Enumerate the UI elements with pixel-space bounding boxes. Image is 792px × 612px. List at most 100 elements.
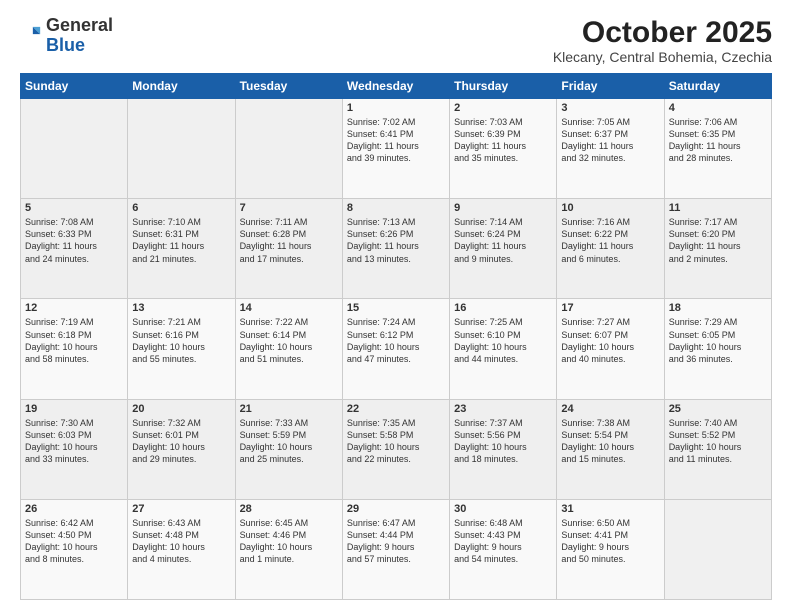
day-info: Sunrise: 7:17 AM Sunset: 6:20 PM Dayligh… <box>669 216 767 265</box>
calendar-header-friday: Friday <box>557 74 664 99</box>
day-info: Sunrise: 7:19 AM Sunset: 6:18 PM Dayligh… <box>25 316 123 365</box>
day-info: Sunrise: 7:14 AM Sunset: 6:24 PM Dayligh… <box>454 216 552 265</box>
location: Klecany, Central Bohemia, Czechia <box>553 49 772 65</box>
calendar-header-wednesday: Wednesday <box>342 74 449 99</box>
day-info: Sunrise: 7:22 AM Sunset: 6:14 PM Dayligh… <box>240 316 338 365</box>
day-info: Sunrise: 7:16 AM Sunset: 6:22 PM Dayligh… <box>561 216 659 265</box>
calendar-cell: 5 Sunrise: 7:08 AM Sunset: 6:33 PM Daylig… <box>21 199 128 299</box>
day-info: Sunrise: 7:08 AM Sunset: 6:33 PM Dayligh… <box>25 216 123 265</box>
calendar-header-sunday: Sunday <box>21 74 128 99</box>
calendar-cell: 29Sunrise: 6:47 AM Sunset: 4:44 PM Dayli… <box>342 499 449 599</box>
day-info: Sunrise: 7:32 AM Sunset: 6:01 PM Dayligh… <box>132 417 230 466</box>
calendar-cell: 9 Sunrise: 7:14 AM Sunset: 6:24 PM Daylig… <box>450 199 557 299</box>
day-number: 28 <box>240 503 338 515</box>
day-info: Sunrise: 7:25 AM Sunset: 6:10 PM Dayligh… <box>454 316 552 365</box>
calendar-cell: 17Sunrise: 7:27 AM Sunset: 6:07 PM Dayli… <box>557 299 664 399</box>
day-info: Sunrise: 7:40 AM Sunset: 5:52 PM Dayligh… <box>669 417 767 466</box>
day-number: 6 <box>132 202 230 214</box>
day-number: 29 <box>347 503 445 515</box>
day-info: Sunrise: 7:02 AM Sunset: 6:41 PM Dayligh… <box>347 116 445 165</box>
calendar-cell: 27 Sunrise: 6:43 AM Sunset: 4:48 PM Dayli… <box>128 499 235 599</box>
day-number: 31 <box>561 503 659 515</box>
calendar-header-tuesday: Tuesday <box>235 74 342 99</box>
day-info: Sunrise: 7:13 AM Sunset: 6:26 PM Dayligh… <box>347 216 445 265</box>
calendar-week-5: 26Sunrise: 6:42 AM Sunset: 4:50 PM Dayli… <box>21 499 772 599</box>
calendar-cell: 31 Sunrise: 6:50 AM Sunset: 4:41 PM Dayli… <box>557 499 664 599</box>
calendar-cell <box>235 99 342 199</box>
calendar-cell: 3Sunrise: 7:05 AM Sunset: 6:37 PM Daylig… <box>557 99 664 199</box>
month-title: October 2025 <box>553 16 772 49</box>
day-number: 8 <box>347 202 445 214</box>
page: General Blue October 2025 Klecany, Centr… <box>0 0 792 612</box>
day-number: 11 <box>669 202 767 214</box>
calendar-cell: 19 Sunrise: 7:30 AM Sunset: 6:03 PM Dayli… <box>21 399 128 499</box>
day-number: 9 <box>454 202 552 214</box>
day-info: Sunrise: 6:50 AM Sunset: 4:41 PM Dayligh… <box>561 517 659 566</box>
calendar-cell: 26Sunrise: 6:42 AM Sunset: 4:50 PM Dayli… <box>21 499 128 599</box>
day-info: Sunrise: 7:37 AM Sunset: 5:56 PM Dayligh… <box>454 417 552 466</box>
calendar-cell: 25 Sunrise: 7:40 AM Sunset: 5:52 PM Dayli… <box>664 399 771 499</box>
day-info: Sunrise: 7:11 AM Sunset: 6:28 PM Dayligh… <box>240 216 338 265</box>
day-number: 25 <box>669 403 767 415</box>
day-number: 20 <box>132 403 230 415</box>
day-number: 10 <box>561 202 659 214</box>
day-info: Sunrise: 6:42 AM Sunset: 4:50 PM Dayligh… <box>25 517 123 566</box>
calendar-week-2: 5 Sunrise: 7:08 AM Sunset: 6:33 PM Daylig… <box>21 199 772 299</box>
calendar-cell: 6Sunrise: 7:10 AM Sunset: 6:31 PM Daylig… <box>128 199 235 299</box>
day-number: 3 <box>561 102 659 114</box>
calendar-cell: 8 Sunrise: 7:13 AM Sunset: 6:26 PM Daylig… <box>342 199 449 299</box>
day-info: Sunrise: 6:48 AM Sunset: 4:43 PM Dayligh… <box>454 517 552 566</box>
day-info: Sunrise: 6:43 AM Sunset: 4:48 PM Dayligh… <box>132 517 230 566</box>
day-info: Sunrise: 7:30 AM Sunset: 6:03 PM Dayligh… <box>25 417 123 466</box>
day-info: Sunrise: 7:38 AM Sunset: 5:54 PM Dayligh… <box>561 417 659 466</box>
header: General Blue October 2025 Klecany, Centr… <box>20 16 772 65</box>
calendar-cell <box>664 499 771 599</box>
day-number: 14 <box>240 302 338 314</box>
calendar-cell: 16 Sunrise: 7:25 AM Sunset: 6:10 PM Dayli… <box>450 299 557 399</box>
calendar-cell: 18Sunrise: 7:29 AM Sunset: 6:05 PM Dayli… <box>664 299 771 399</box>
day-info: Sunrise: 7:24 AM Sunset: 6:12 PM Dayligh… <box>347 316 445 365</box>
day-info: Sunrise: 7:21 AM Sunset: 6:16 PM Dayligh… <box>132 316 230 365</box>
calendar-header-monday: Monday <box>128 74 235 99</box>
day-number: 22 <box>347 403 445 415</box>
calendar-cell: 12Sunrise: 7:19 AM Sunset: 6:18 PM Dayli… <box>21 299 128 399</box>
calendar-cell: 28Sunrise: 6:45 AM Sunset: 4:46 PM Dayli… <box>235 499 342 599</box>
calendar-cell: 13Sunrise: 7:21 AM Sunset: 6:16 PM Dayli… <box>128 299 235 399</box>
day-info: Sunrise: 7:29 AM Sunset: 6:05 PM Dayligh… <box>669 316 767 365</box>
calendar-cell: 2 Sunrise: 7:03 AM Sunset: 6:39 PM Daylig… <box>450 99 557 199</box>
day-number: 2 <box>454 102 552 114</box>
day-number: 1 <box>347 102 445 114</box>
calendar-cell: 10 Sunrise: 7:16 AM Sunset: 6:22 PM Dayli… <box>557 199 664 299</box>
day-number: 27 <box>132 503 230 515</box>
calendar-cell: 11 Sunrise: 7:17 AM Sunset: 6:20 PM Dayli… <box>664 199 771 299</box>
calendar-cell: 30 Sunrise: 6:48 AM Sunset: 4:43 PM Dayli… <box>450 499 557 599</box>
calendar-cell <box>21 99 128 199</box>
day-number: 23 <box>454 403 552 415</box>
calendar-header-thursday: Thursday <box>450 74 557 99</box>
logo-blue: Blue <box>46 35 85 55</box>
calendar-cell: 7 Sunrise: 7:11 AM Sunset: 6:28 PM Daylig… <box>235 199 342 299</box>
calendar-header-row: SundayMondayTuesdayWednesdayThursdayFrid… <box>21 74 772 99</box>
day-number: 15 <box>347 302 445 314</box>
calendar-week-1: 1 Sunrise: 7:02 AM Sunset: 6:41 PM Daylig… <box>21 99 772 199</box>
day-info: Sunrise: 7:33 AM Sunset: 5:59 PM Dayligh… <box>240 417 338 466</box>
day-number: 16 <box>454 302 552 314</box>
day-number: 7 <box>240 202 338 214</box>
day-number: 19 <box>25 403 123 415</box>
calendar-cell: 1 Sunrise: 7:02 AM Sunset: 6:41 PM Daylig… <box>342 99 449 199</box>
calendar-cell <box>128 99 235 199</box>
day-info: Sunrise: 7:35 AM Sunset: 5:58 PM Dayligh… <box>347 417 445 466</box>
calendar-header-saturday: Saturday <box>664 74 771 99</box>
day-number: 5 <box>25 202 123 214</box>
day-info: Sunrise: 7:03 AM Sunset: 6:39 PM Dayligh… <box>454 116 552 165</box>
calendar-cell: 24Sunrise: 7:38 AM Sunset: 5:54 PM Dayli… <box>557 399 664 499</box>
calendar-cell: 22 Sunrise: 7:35 AM Sunset: 5:58 PM Dayli… <box>342 399 449 499</box>
logo: General Blue <box>20 16 113 56</box>
day-number: 30 <box>454 503 552 515</box>
calendar-week-3: 12Sunrise: 7:19 AM Sunset: 6:18 PM Dayli… <box>21 299 772 399</box>
calendar-cell: 21Sunrise: 7:33 AM Sunset: 5:59 PM Dayli… <box>235 399 342 499</box>
logo-general: General <box>46 15 113 35</box>
logo-icon <box>20 25 42 47</box>
calendar-week-4: 19 Sunrise: 7:30 AM Sunset: 6:03 PM Dayli… <box>21 399 772 499</box>
logo-text: General Blue <box>46 16 113 56</box>
